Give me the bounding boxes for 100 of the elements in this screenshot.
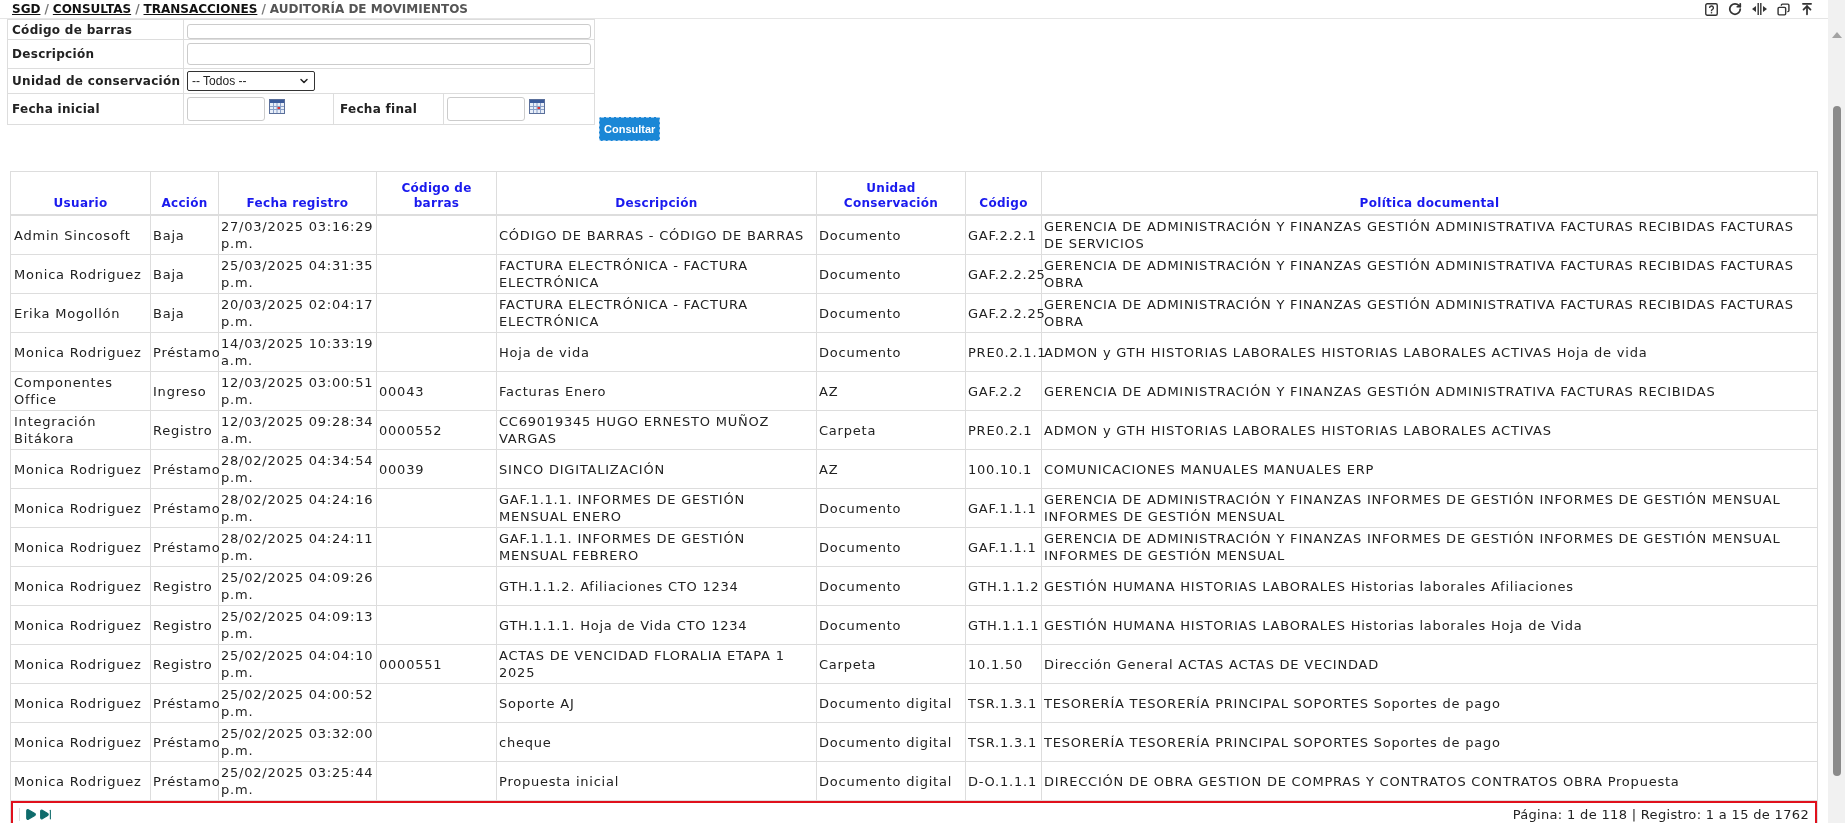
table-cell: 12/03/2025 03:00:51 p.m.	[221, 374, 374, 408]
resize-columns-icon[interactable]	[1752, 3, 1767, 15]
table-cell-text: GERENCIA DE ADMINISTRACIÓN Y FINANZAS INFORMES DE GESTIÓN INFORMES DE GESTIÓN MENSUAL INFORMES DE GESTIÓN MENSUAL	[1044, 491, 1782, 525]
table-cell: 27/03/2025 03:16:29 p.m.	[221, 218, 374, 252]
table-cell: Préstamo	[153, 538, 221, 556]
table-cell: Documento digital	[819, 733, 953, 751]
table-cell: Erika Mogollón	[14, 304, 121, 322]
start-date-input[interactable]	[187, 97, 265, 121]
table-cell: CÓDIGO DE BARRAS - CÓDIGO DE BARRAS	[499, 226, 805, 244]
consult-button[interactable]: Consultar	[599, 117, 661, 141]
breadcrumb-link[interactable]: CONSULTAS	[52, 0, 132, 18]
table-cell: Registro	[153, 577, 213, 595]
table-cell: Monica Rodriguez	[14, 499, 142, 517]
table-cell-text: FACTURA ELECTRÓNICA - FACTURA ELECTRÓNICA	[499, 257, 749, 291]
table-cell: 00043	[379, 382, 425, 400]
column-header[interactable]: Acción	[161, 196, 208, 211]
table-cell: 25/02/2025 04:09:26 p.m.	[221, 569, 374, 603]
table-cell: 28/02/2025 04:34:54 p.m.	[221, 452, 374, 486]
table-cell: GAF.2.2	[968, 382, 1023, 400]
last-page-icon[interactable]	[39, 808, 52, 821]
table-cell: SINCO DIGITALIZACIÓN	[499, 460, 665, 478]
column-header[interactable]: Fecha registro	[246, 196, 349, 211]
scrollbar[interactable]	[1828, 0, 1845, 823]
breadcrumb-separator: /	[135, 1, 140, 18]
calendar-icon[interactable]	[529, 99, 545, 114]
unit-dropdown[interactable]: -- Todos --	[187, 71, 315, 91]
table-cell: 25/02/2025 04:04:10 p.m.	[221, 647, 374, 681]
table-cell-text: CC69019345 HUGO ERNESTO MUÑOZ VARGAS	[499, 413, 771, 447]
table-cell: Monica Rodriguez	[14, 616, 142, 634]
column-header[interactable]: Usuario	[53, 196, 108, 211]
table-cell: Monica Rodriguez	[14, 655, 142, 673]
table-cell: ADMON y GTH HISTORIAS LABORALES HISTORIAS LABORALES ACTIVAS	[1044, 421, 1552, 439]
table-cell: GTH.1.1.1	[968, 616, 1040, 634]
table-cell: Baja	[153, 226, 185, 244]
table-cell: Admin Sincosoft	[14, 226, 131, 244]
table-cell: 28/02/2025 04:24:11 p.m.	[221, 530, 374, 564]
table-cell-text: GAF.2.2.25	[968, 305, 1046, 321]
table-cell: Monica Rodriguez	[14, 694, 142, 712]
field-label: Unidad de conservación	[12, 73, 181, 90]
table-cell: DIRECCIÓN DE OBRA GESTION DE COMPRAS Y CONTRATOS CONTRATOS OBRA Propuesta	[1044, 772, 1680, 790]
pager-summary: Página: 1 de 118 | Registro: 1 a 15 de 1762	[1512, 805, 1809, 823]
breadcrumb-current: AUDITORÍA DE MOVIMIENTOS	[269, 0, 468, 18]
table-cell: GESTIÓN HUMANA HISTORIAS LABORALES Historias laborales Hoja de Vida	[1044, 616, 1583, 634]
column-header[interactable]: Código	[979, 196, 1028, 211]
table-cell: GAF.2.2.1	[968, 226, 1037, 244]
next-page-icon[interactable]	[24, 808, 37, 821]
description-input[interactable]	[187, 43, 591, 65]
table-cell: GTH.1.1.1. Hoja de Vida CTO 1234	[499, 616, 748, 634]
column-header[interactable]: Código de barras	[381, 181, 492, 211]
table-cell-text: GERENCIA DE ADMINISTRACIÓN Y FINANZAS GESTIÓN ADMINISTRATIVA FACTURAS RECIBIDAS FACTURAS OBRA	[1044, 257, 1795, 291]
table-cell: GERENCIA DE ADMINISTRACIÓN Y FINANZAS GESTIÓN ADMINISTRATIVA FACTURAS RECIBIDAS	[1044, 382, 1716, 400]
table-cell: Baja	[153, 265, 185, 283]
column-header[interactable]: Descripción	[615, 196, 698, 211]
table-cell: 25/03/2025 04:31:35 p.m.	[221, 257, 374, 291]
table-cell: 25/02/2025 04:00:52 p.m.	[221, 686, 374, 720]
table-cell: Monica Rodriguez	[14, 343, 142, 361]
table-cell: Documento digital	[819, 694, 953, 712]
refresh-icon[interactable]	[1728, 2, 1742, 16]
table-cell: D-O.1.1.1	[968, 772, 1037, 790]
table-cell: 14/03/2025 10:33:19 a.m.	[221, 335, 374, 369]
table-cell: Préstamo	[153, 343, 221, 361]
table-cell: PRE0.2.1	[968, 421, 1033, 439]
table-cell: ADMON y GTH HISTORIAS LABORALES HISTORIAS LABORALES ACTIVAS Hoja de vida	[1044, 343, 1648, 361]
table-cell: AZ	[819, 382, 839, 400]
table-cell: Registro	[153, 655, 213, 673]
table-cell: 25/02/2025 03:25:44 p.m.	[221, 764, 374, 798]
table-cell: Carpeta	[819, 655, 877, 673]
table-cell: Documento	[819, 538, 902, 556]
table-cell: Facturas Enero	[499, 382, 607, 400]
table-cell: GTH.1.1.2. Afiliaciones CTO 1234	[499, 577, 739, 595]
end-date-input[interactable]	[447, 97, 525, 121]
table-cell: Dirección General ACTAS ACTAS DE VECINDAD	[1044, 655, 1379, 673]
table-cell: Documento	[819, 304, 902, 322]
table-cell: Carpeta	[819, 421, 877, 439]
field-label: Fecha final	[340, 101, 418, 118]
table-cell: 100.10.1	[968, 460, 1033, 478]
table-cell: GTH.1.1.2	[968, 577, 1040, 595]
table-cell: Documento	[819, 616, 902, 634]
barcode-input[interactable]	[187, 23, 591, 39]
table-cell: Monica Rodriguez	[14, 577, 142, 595]
table-cell-text: Integración Bitákora	[14, 413, 98, 447]
table-cell-text: Componentes Office	[14, 374, 114, 408]
restore-window-icon[interactable]	[1777, 2, 1790, 16]
table-cell: Monica Rodriguez	[14, 538, 142, 556]
table-cell: Documento	[819, 343, 902, 361]
table-cell: TSR.1.3.1	[968, 733, 1037, 751]
scroll-top-icon[interactable]	[1800, 2, 1814, 16]
breadcrumb-link[interactable]: SGD	[12, 0, 41, 18]
breadcrumb-link[interactable]: TRANSACCIONES	[143, 0, 258, 18]
table-cell: Documento	[819, 499, 902, 517]
table-cell: Registro	[153, 616, 213, 634]
table-cell: GESTIÓN HUMANA HISTORIAS LABORALES Historias laborales Afiliaciones	[1044, 577, 1574, 595]
table-cell: Baja	[153, 304, 185, 322]
field-label: Fecha inicial	[12, 101, 100, 118]
column-header[interactable]: Unidad Conservación	[821, 181, 961, 211]
calendar-icon[interactable]	[269, 99, 285, 114]
table-cell: 0000552	[379, 421, 443, 439]
table-cell: 20/03/2025 02:04:17 p.m.	[221, 296, 374, 330]
help-icon[interactable]	[1705, 2, 1718, 16]
column-header[interactable]: Política documental	[1359, 196, 1500, 211]
